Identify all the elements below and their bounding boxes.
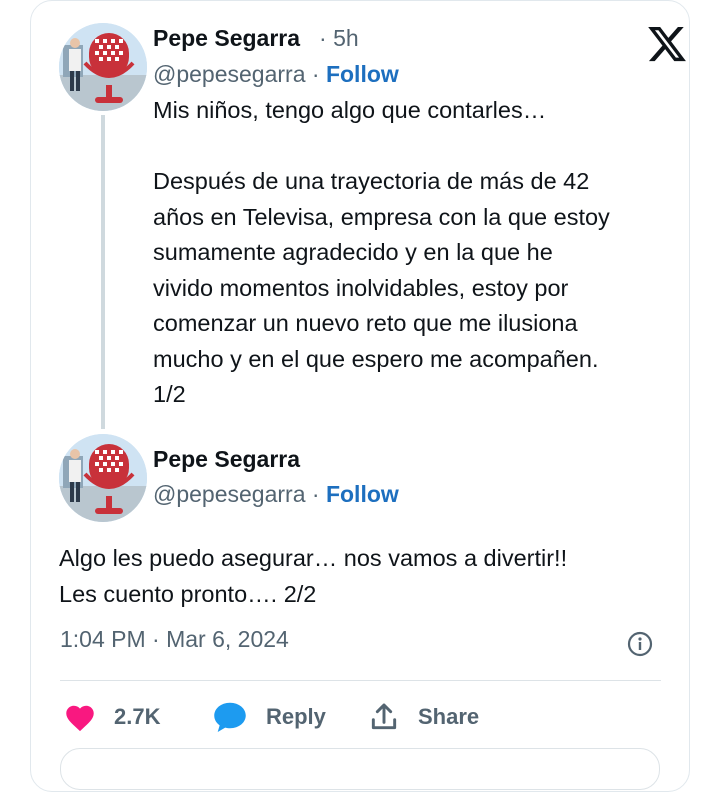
timestamp-relative[interactable]: · 5h — [319, 25, 359, 52]
read-replies-button[interactable] — [60, 748, 660, 790]
follow-button[interactable]: Follow — [326, 481, 399, 507]
separator-dot: · — [311, 61, 320, 87]
tweet-timestamp[interactable]: 1:04 PM · Mar 6, 2024 — [60, 626, 289, 653]
divider — [60, 680, 661, 681]
separator-dot: · — [319, 25, 327, 51]
thread-connector-line — [101, 115, 105, 429]
author-handle-row: @pepesegarra · Follow — [153, 61, 399, 88]
separator-dot: · — [311, 481, 320, 507]
author-name[interactable]: Pepe Segarra — [153, 25, 300, 52]
time-ago[interactable]: 5h — [333, 25, 359, 51]
follow-button[interactable]: Follow — [326, 61, 399, 87]
share-button[interactable]: Share — [368, 697, 479, 737]
avatar[interactable] — [59, 23, 147, 111]
share-arrow-icon — [371, 703, 397, 730]
author-handle[interactable]: @pepesegarra — [153, 61, 306, 87]
reply-label: Reply — [266, 704, 326, 729]
like-count: 2.7K — [114, 704, 161, 729]
reply-bubble-icon — [214, 702, 246, 732]
author-handle-row: @pepesegarra · Follow — [153, 481, 399, 508]
tweet-card: Pepe Segarra · 5h @pepesegarra · Follow … — [30, 0, 690, 792]
x-logo-icon[interactable] — [645, 23, 689, 65]
reply-button[interactable]: Reply — [212, 697, 326, 737]
avatar[interactable] — [59, 434, 147, 522]
heart-icon — [66, 705, 94, 732]
author-handle[interactable]: @pepesegarra — [153, 481, 306, 507]
info-icon[interactable] — [627, 631, 653, 657]
author-name[interactable]: Pepe Segarra — [153, 446, 300, 473]
tweet-text: Algo les puedo asegurar… nos vamos a div… — [59, 545, 568, 607]
tweet-text: Mis niños, tengo algo que contarles… Des… — [153, 97, 610, 407]
like-button[interactable]: 2.7K — [64, 697, 160, 737]
share-label: Share — [418, 704, 480, 729]
